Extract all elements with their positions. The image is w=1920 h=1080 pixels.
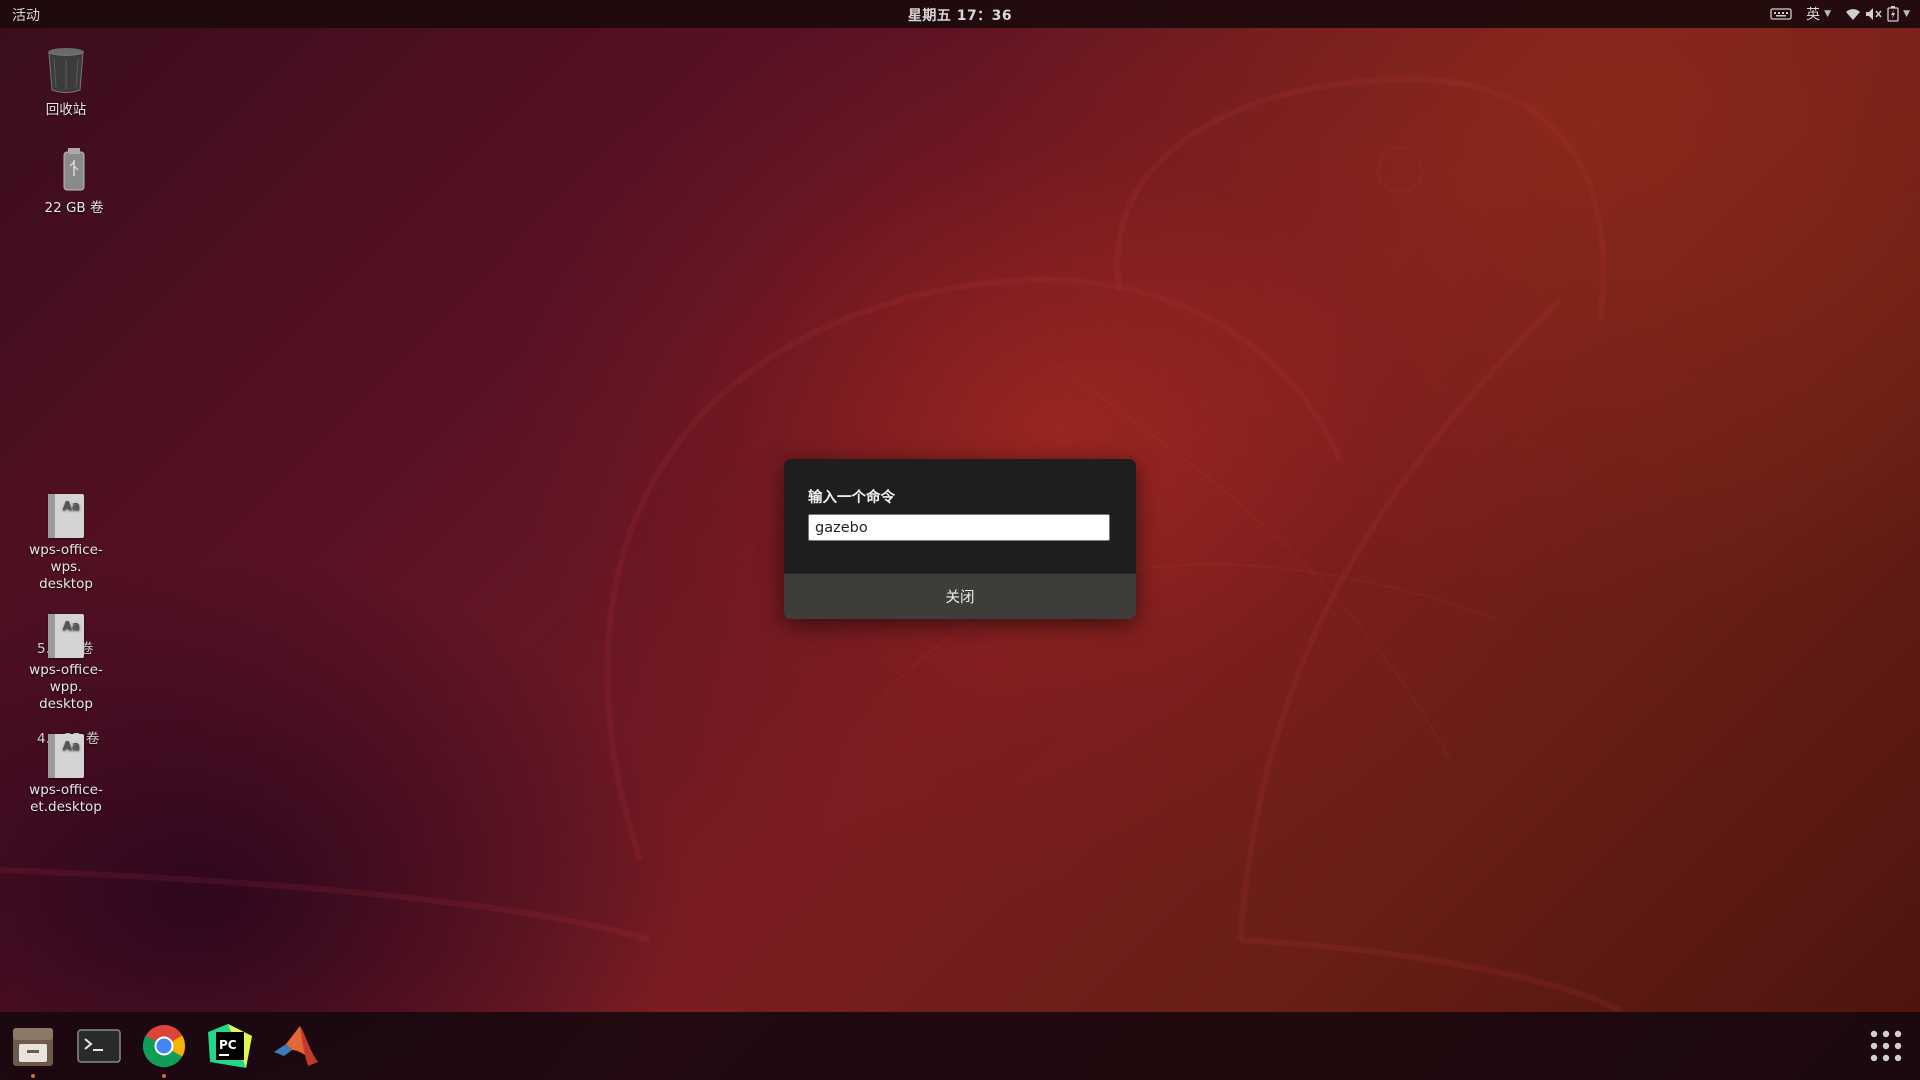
dock: PC [0, 1012, 1920, 1080]
desktop-icon-label: wps-office- [29, 542, 103, 558]
desktop-icon-label: et.desktop [30, 799, 102, 815]
desktop-icon-label: wpp. [49, 679, 83, 695]
show-applications-button[interactable] [1862, 1022, 1910, 1070]
desktop-icon-label: 回收站 [45, 102, 87, 118]
volume-muted-icon [1866, 8, 1882, 20]
desktop-icon-wps-spreadsheet[interactable]: Aa wps-office- et.desktop [18, 734, 114, 816]
desktop-icon-wps-writer[interactable]: Aa wps-office- wps. desktop [18, 494, 114, 593]
document-icon: Aa [48, 494, 84, 538]
dialog-title: 输入一个命令 [808, 490, 895, 506]
dock-item-matlab[interactable] [272, 1022, 320, 1070]
keyboard-icon [1770, 8, 1792, 20]
desktop-icon-wps-presentation[interactable]: Aa wps-office- wpp. desktop [18, 614, 114, 713]
chevron-down-icon: ▼ [1903, 9, 1910, 19]
document-glyph: Aa [62, 739, 80, 753]
chrome-icon [142, 1025, 186, 1068]
activities-button[interactable]: 活动 [12, 5, 40, 25]
document-icon: Aa [48, 614, 84, 658]
desktop-icon-label: wps. [50, 559, 82, 575]
wifi-icon [1846, 9, 1861, 20]
close-button[interactable]: 关闭 [784, 573, 1136, 619]
desktop-icon-label: desktop [39, 576, 93, 592]
desktop-icon-label: wps-office- [29, 782, 103, 798]
terminal-icon [77, 1029, 121, 1063]
dock-item-chrome[interactable] [140, 1022, 188, 1078]
document-glyph: Aa [62, 619, 80, 633]
system-tray: 英 ▼ ▼ [1770, 4, 1910, 24]
desktop-icon-volume[interactable]: 22 GB 卷 [26, 148, 122, 217]
pycharm-icon: PC [208, 1024, 252, 1068]
run-command-dialog: 输入一个命令 关闭 [784, 459, 1136, 619]
clock-container: 星期五 17：36 [0, 5, 1920, 25]
running-indicator [31, 1074, 35, 1078]
usb-drive-icon [63, 148, 85, 191]
dock-item-pycharm[interactable]: PC [206, 1022, 254, 1070]
apps-grid-icon [1870, 1030, 1902, 1062]
trash-icon [48, 48, 84, 93]
desktop-icon-label: wps-office- [29, 662, 103, 678]
clock[interactable]: 星期五 17：36 [908, 8, 1012, 24]
files-icon [13, 1028, 53, 1066]
desktop-icon-label: 22 GB 卷 [44, 200, 104, 216]
status-menu[interactable]: ▼ [1845, 6, 1910, 22]
svg-text:PC: PC [219, 1038, 237, 1052]
top-bar: 活动 星期五 17：36 英 ▼ ▼ [0, 0, 1920, 28]
input-method-menu[interactable]: 英 ▼ [1806, 4, 1831, 24]
matlab-icon [274, 1026, 318, 1066]
keyboard-indicator[interactable] [1770, 7, 1792, 21]
input-method-label: 英 [1806, 7, 1821, 23]
document-glyph: Aa [62, 499, 80, 513]
battery-icon [1887, 6, 1899, 22]
command-input[interactable] [808, 514, 1110, 541]
dock-item-terminal[interactable] [75, 1022, 123, 1070]
desktop-icon-trash[interactable]: 回收站 [18, 46, 114, 119]
dock-item-files[interactable] [9, 1022, 57, 1078]
document-icon: Aa [48, 734, 84, 778]
running-indicator [162, 1074, 166, 1078]
chevron-down-icon: ▼ [1824, 9, 1832, 19]
desktop-icon-label: desktop [39, 696, 93, 712]
